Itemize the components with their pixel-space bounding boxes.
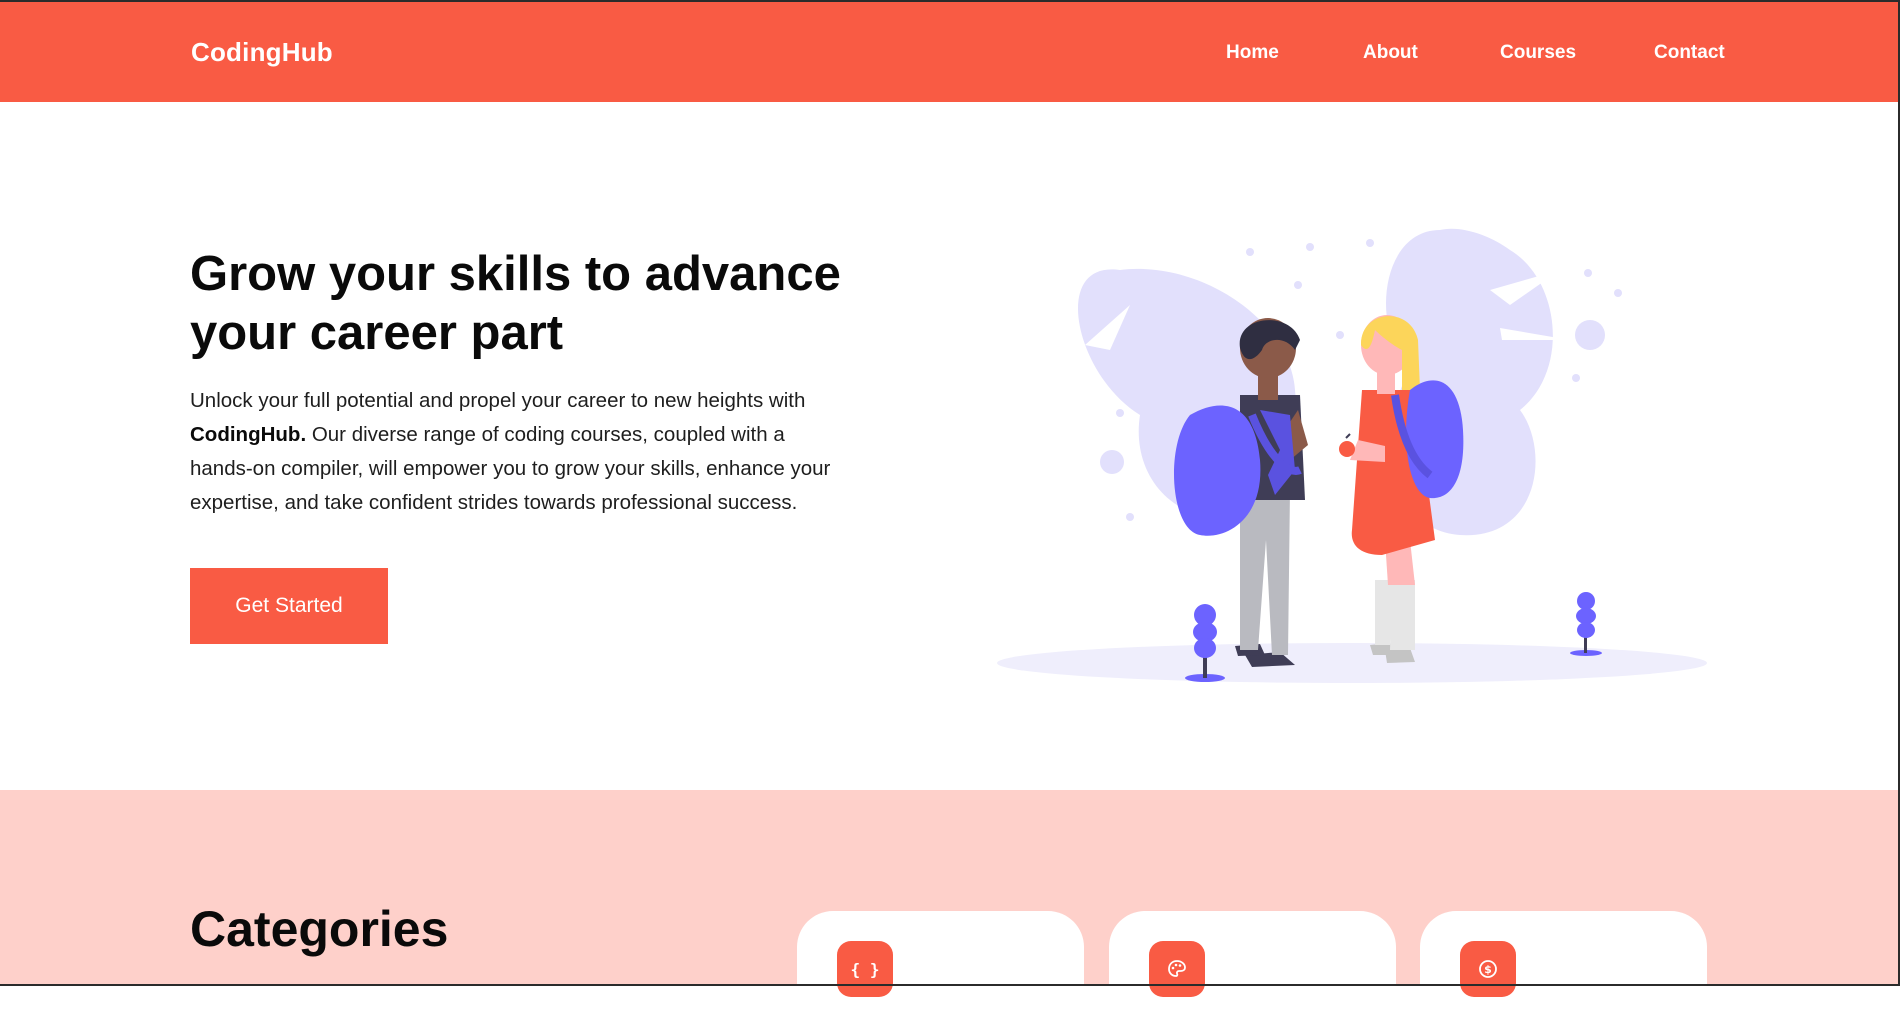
dot <box>1116 409 1124 417</box>
nav-about-link[interactable]: About <box>1363 42 1418 64</box>
hero-title: Grow your skills to advance your career … <box>190 245 950 363</box>
dot <box>1294 281 1302 289</box>
category-card-code[interactable]: { } <box>797 911 1084 1011</box>
hero-title-line2: your career part <box>190 306 564 360</box>
category-card-design[interactable] <box>1109 911 1396 1011</box>
dot <box>1572 374 1580 382</box>
dot <box>1575 320 1605 350</box>
dot <box>1246 248 1254 256</box>
navbar: CodingHub Home About Courses Contact <box>0 2 1900 102</box>
tree-right <box>1570 592 1602 656</box>
dot <box>1614 289 1622 297</box>
dot <box>1584 269 1592 277</box>
nav-links: Home About Courses Contact <box>0 42 1900 72</box>
ground-shadow <box>997 643 1707 683</box>
palette-glyph <box>1168 960 1186 977</box>
blob-cut-4 <box>1050 415 1130 428</box>
nav-home-link[interactable]: Home <box>1226 42 1279 64</box>
hero-desc-line2: Our diverse range of coding courses, cou… <box>306 423 785 446</box>
hero-desc-line3: hands-on compiler, will empower you to g… <box>190 457 831 480</box>
get-started-button[interactable]: Get Started <box>190 568 388 644</box>
dollar-icon: $ <box>1460 941 1516 997</box>
dot <box>1336 331 1344 339</box>
dot <box>1100 450 1124 474</box>
hero-desc-brand: CodingHub. <box>190 423 307 446</box>
hero-desc-line4: expertise, and take confident strides to… <box>190 491 798 514</box>
dot <box>1126 513 1134 521</box>
hero-desc-line1: Unlock your full potential and propel yo… <box>190 389 806 412</box>
nav-courses-link[interactable]: Courses <box>1500 42 1576 64</box>
students-illustration <box>997 228 1707 683</box>
categories-title: Categories <box>190 901 449 957</box>
dollar-sign: $ <box>1484 963 1492 976</box>
palette-icon <box>1149 941 1205 997</box>
code-braces-icon: { } <box>837 941 893 997</box>
dot <box>1366 239 1374 247</box>
category-card-finance[interactable]: $ <box>1420 911 1707 1011</box>
nav-contact-link[interactable]: Contact <box>1654 42 1725 64</box>
dot <box>1306 243 1314 251</box>
hero-title-line1: Grow your skills to advance <box>190 247 841 301</box>
hero-description: Unlock your full potential and propel yo… <box>190 384 920 520</box>
dollar-glyph: $ <box>1479 960 1497 978</box>
